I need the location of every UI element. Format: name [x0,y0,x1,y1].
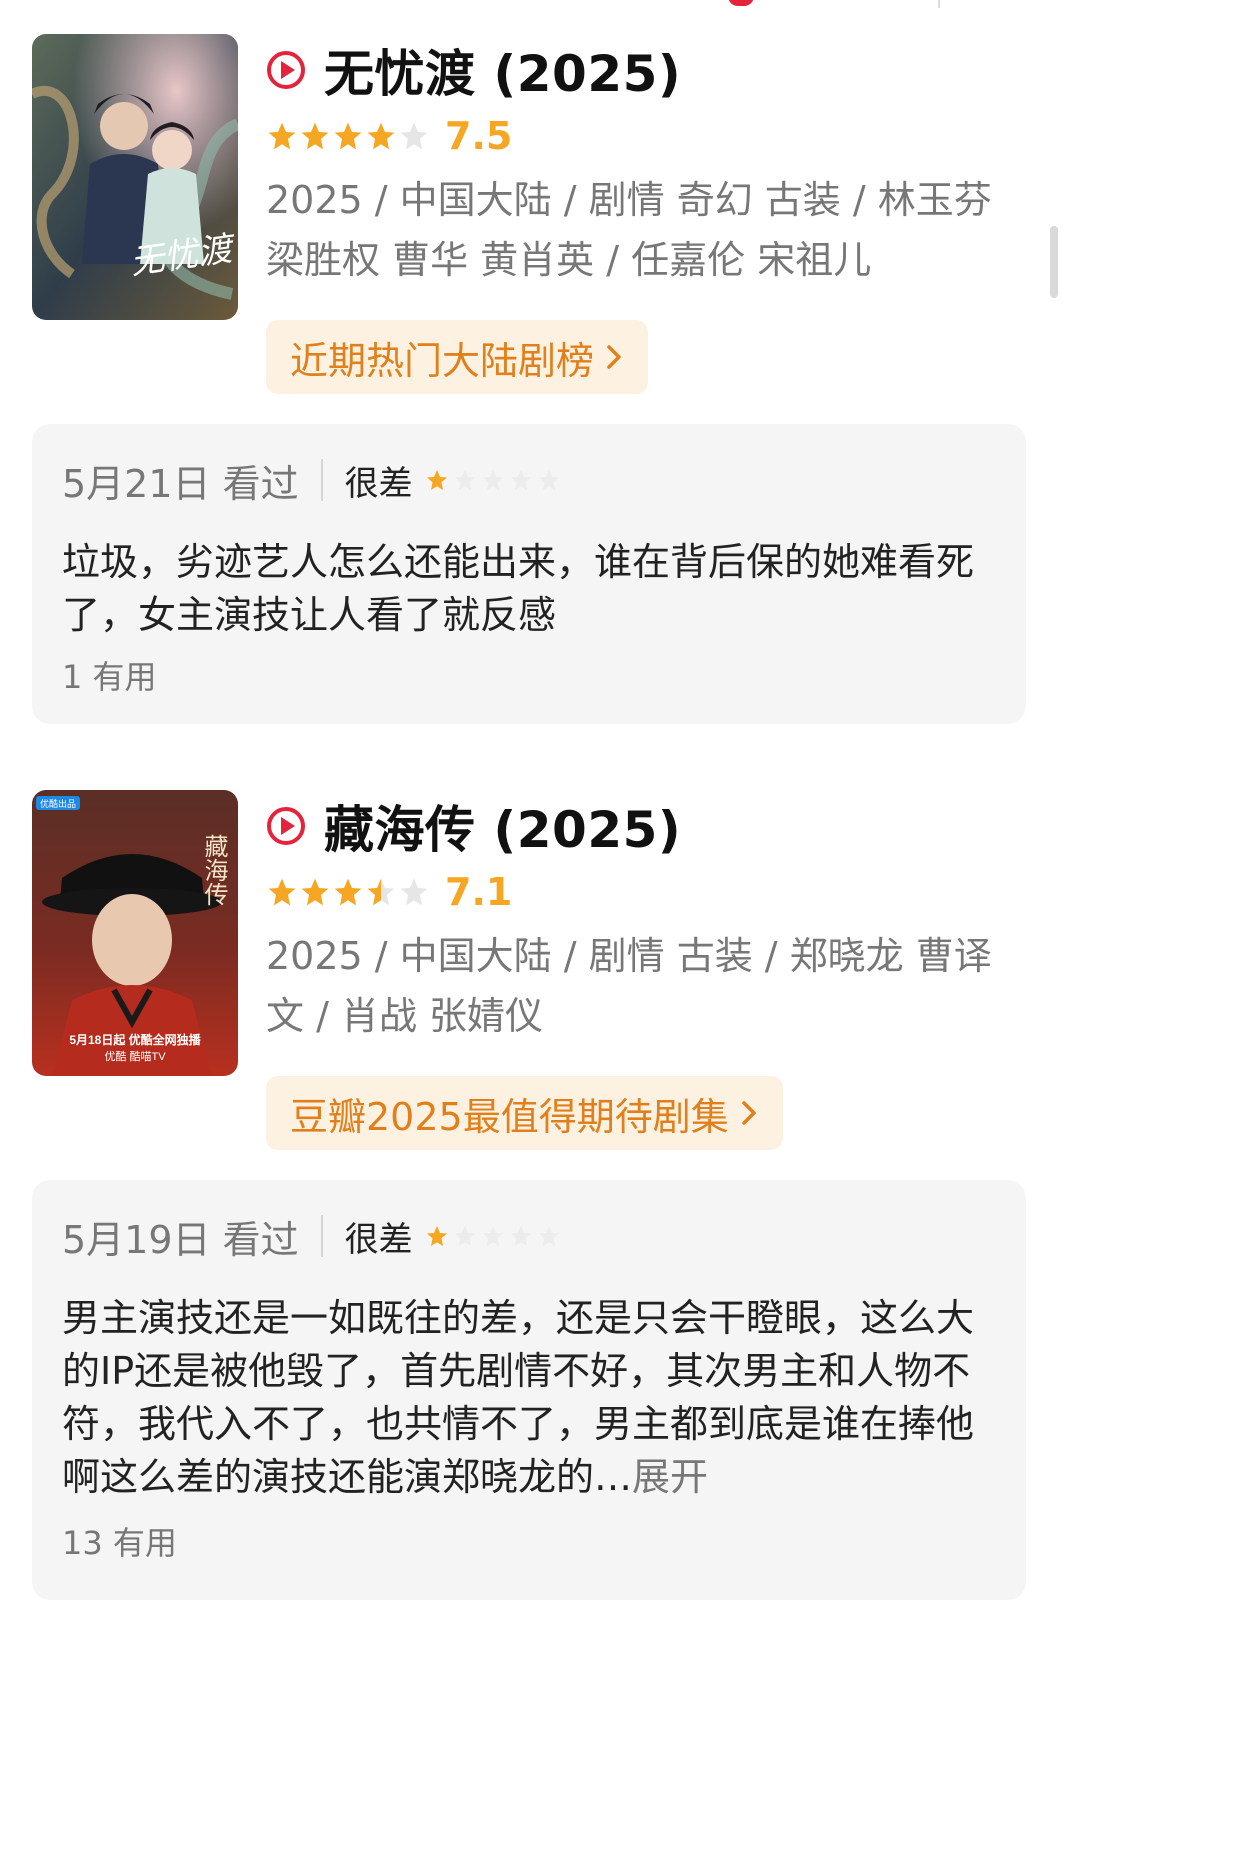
top-bar-remnant [0,0,1058,10]
movie-meta: 2025 / 中国大陆 / 剧情 奇幻 古装 / 林玉芬 梁胜权 曹华 黄肖英 … [266,178,992,282]
movie-info: 藏海传 (2025) 7.1 2025 / 中国大陆 / 剧情 古装 / 郑晓龙… [266,790,1026,1046]
useful-count[interactable]: 1 有用 [62,652,157,698]
star-empty-icon [538,470,559,490]
star-full-icon [268,122,296,150]
star-full-icon [367,122,395,150]
star-full-icon [268,878,296,906]
rating-stars [266,876,431,908]
rank-list-label: 豆瓣2025最值得期待剧集 [290,1094,729,1139]
review-card[interactable]: 5月21日 看过 很差 垃圾，劣迹艺人怎么还能出来，谁在背后保的她难看死了，女主… [32,424,1026,724]
red-badge [728,0,754,6]
star-empty-icon [454,470,475,490]
rank-list-label: 近期热门大陆剧榜 [290,338,595,383]
rating-stars [266,120,431,152]
review-text: 男主演技还是一如既往的差，还是只会干瞪眼，这么大的IP还是被他毁了，首先剧情不好… [62,1292,1002,1504]
scrollbar[interactable] [1050,226,1058,298]
rank-list-button[interactable]: 近期热门大陆剧榜 [266,320,649,394]
svg-text:优酷 酷喵TV: 优酷 酷喵TV [104,1050,166,1063]
movie-poster[interactable]: 无忧渡 [32,34,238,320]
review-card[interactable]: 5月19日 看过 很差 男主演技还是一如既往的差，还是只会干瞪眼，这么大的IP还… [32,1180,1026,1600]
review-date: 5月19日 看过 [62,1217,299,1262]
review-body: 男主演技还是一如既往的差，还是只会干瞪眼，这么大的IP还是被他毁了，首先剧情不好… [62,1296,975,1499]
poster-image: 优酷出品 藏海传 5月18日起 优酷全网独播 优酷 酷喵TV [32,790,238,1076]
divider [938,0,940,8]
star-empty-icon [510,1226,531,1246]
star-full-icon [301,878,329,906]
movie-title[interactable]: 藏海传 (2025) [324,790,681,862]
movie-title[interactable]: 无忧渡 (2025) [324,34,681,106]
review-stars [425,1224,565,1248]
review-stars [425,468,565,492]
star-empty-icon [454,1226,475,1246]
star-full-icon [426,470,447,490]
review-level: 很差 [344,463,413,504]
play-icon[interactable] [266,806,306,846]
star-empty-icon [482,1226,503,1246]
divider [320,459,323,501]
svg-text:优酷出品: 优酷出品 [40,798,76,809]
review-text: 垃圾，劣迹艺人怎么还能出来，谁在背后保的她难看死了，女主演技让人看了就反感 [62,540,975,637]
movie-meta: 2025 / 中国大陆 / 剧情 古装 / 郑晓龙 曹译文 / 肖战 张婧仪 [266,934,992,1038]
poster-image: 无忧渡 [32,34,238,320]
svg-text:藏海传: 藏海传 [200,834,228,906]
review-date: 5月21日 看过 [62,461,299,506]
play-icon[interactable] [266,50,306,90]
divider [320,1215,323,1257]
star-empty-icon [400,122,428,150]
star-empty-icon [482,470,503,490]
chevron-right-icon [607,345,621,369]
rank-list-button[interactable]: 豆瓣2025最值得期待剧集 [266,1076,783,1150]
svg-text:5月18日起 优酷全网独播: 5月18日起 优酷全网独播 [69,1032,201,1047]
useful-count[interactable]: 13 有用 [62,1518,177,1564]
chevron-right-icon [741,1101,756,1125]
movie-card[interactable]: 优酷出品 藏海传 5月18日起 优酷全网独播 优酷 酷喵TV 藏海传 (2025… [32,790,1032,1152]
star-empty-icon [400,878,428,906]
star-full-icon [334,122,362,150]
star-full-icon [426,1226,447,1246]
movie-card[interactable]: 无忧渡 无忧渡 (2025) 7.5 2025 / 中国大陆 / 剧情 奇幻 古… [32,34,1032,396]
rating-score: 7.5 [445,114,513,158]
expand-link[interactable]: 展开 [632,1455,708,1499]
star-empty-icon [538,1226,559,1246]
star-empty-icon [510,470,531,490]
movie-poster[interactable]: 优酷出品 藏海传 5月18日起 优酷全网独播 优酷 酷喵TV [32,790,238,1076]
star-half-icon [367,878,395,906]
review-level: 很差 [344,1219,413,1260]
movie-info: 无忧渡 (2025) 7.5 2025 / 中国大陆 / 剧情 奇幻 古装 / … [266,34,1026,290]
star-full-icon [301,122,329,150]
rating-score: 7.1 [445,870,513,914]
star-full-icon [334,878,362,906]
